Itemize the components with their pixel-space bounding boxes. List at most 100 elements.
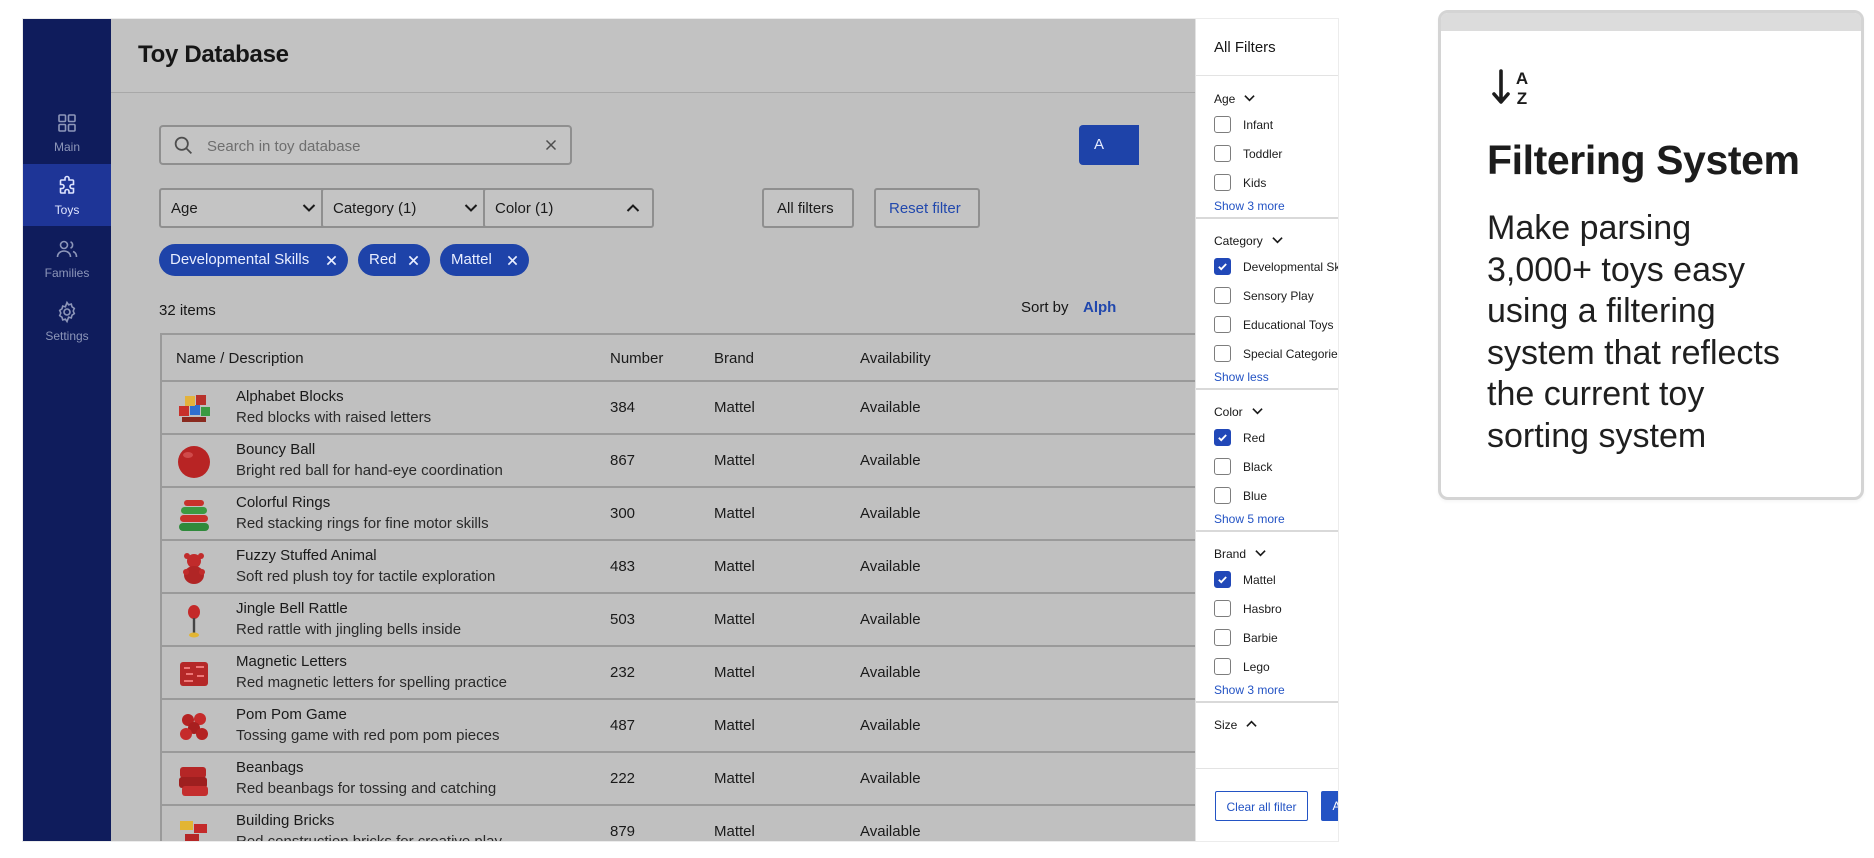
toy-name[interactable]: Magnetic Letters	[236, 653, 347, 670]
close-icon[interactable]	[507, 255, 518, 266]
toy-brand: Mattel	[714, 505, 755, 522]
toy-name[interactable]: Alphabet Blocks	[236, 388, 344, 405]
toy-thumbnail	[176, 603, 212, 639]
toy-availability: Available	[860, 717, 921, 734]
filter-option-label: Infant	[1243, 118, 1274, 132]
section-title: Age	[1214, 92, 1236, 106]
table-row[interactable]: Building Bricks Red construction bricks f…	[162, 806, 1338, 841]
checkbox[interactable]	[1214, 116, 1231, 133]
table-row[interactable]: Magnetic Letters Red magnetic letters for…	[162, 647, 1338, 700]
checkbox[interactable]	[1214, 258, 1231, 275]
table-row[interactable]: Beanbags Red beanbags for tossing and cat…	[162, 753, 1338, 806]
apply-filter-button[interactable]: Apply Filter	[1321, 791, 1338, 821]
show-more-link[interactable]: Show 5 more	[1214, 512, 1285, 526]
toy-availability: Available	[860, 399, 921, 416]
filter-chip-red[interactable]: Red	[358, 244, 430, 276]
toy-name[interactable]: Bouncy Ball	[236, 441, 315, 458]
checkbox[interactable]	[1214, 316, 1231, 333]
search-input[interactable]	[207, 135, 507, 157]
table-header: Name / Description Number Brand Availabi…	[162, 335, 1338, 382]
table-row[interactable]: Jingle Bell Rattle Red rattle with jingli…	[162, 594, 1338, 647]
filter-option-label: Blue	[1243, 489, 1268, 503]
toy-thumbnail	[176, 815, 212, 841]
checkbox[interactable]	[1214, 174, 1231, 191]
toy-name[interactable]: Jingle Bell Rattle	[236, 600, 348, 617]
chevron-down-icon	[1244, 95, 1256, 102]
color-dropdown[interactable]: Color (1)	[483, 188, 654, 228]
sidebar-item-main[interactable]: Main	[23, 101, 111, 163]
callout-body-line: using a filtering	[1487, 292, 1716, 330]
table-row[interactable]: Colorful Rings Red stacking rings for fin…	[162, 488, 1338, 541]
show-more-link[interactable]: Show 3 more	[1214, 683, 1285, 697]
toy-description: Red stacking rings for fine motor skills	[236, 515, 489, 532]
filter-section-size[interactable]: Size	[1214, 718, 1258, 732]
chevron-down-icon	[1272, 237, 1283, 244]
filter-option-label: Toddler	[1243, 147, 1283, 161]
toy-number: 300	[610, 505, 636, 522]
section-title: Size	[1214, 718, 1238, 732]
filter-option-label: Special Categories	[1243, 347, 1339, 361]
toy-name[interactable]: Fuzzy Stuffed Animal	[236, 547, 377, 564]
table-row[interactable]: Bouncy Ball Bright red ball for hand-eye …	[162, 435, 1338, 488]
chevron-down-icon	[464, 204, 478, 212]
show-more-link[interactable]: Show less	[1214, 370, 1269, 384]
filter-option-label: Kids	[1243, 176, 1267, 190]
show-more-link[interactable]: Show 3 more	[1214, 199, 1285, 213]
category-dropdown[interactable]: Category (1)	[321, 188, 492, 228]
all-filters-button[interactable]: All filters	[762, 188, 854, 228]
divider	[1196, 217, 1338, 219]
column-header-brand[interactable]: Brand	[714, 350, 754, 367]
column-header-name[interactable]: Name / Description	[176, 350, 304, 367]
divider	[1196, 701, 1338, 703]
toy-brand: Mattel	[714, 823, 755, 840]
sort-dropdown[interactable]: Alph	[1083, 299, 1116, 316]
filter-chip-mattel[interactable]: Mattel	[440, 244, 529, 276]
toy-name[interactable]: Pom Pom Game	[236, 706, 347, 723]
reset-filter-button[interactable]: Reset filter	[874, 188, 980, 228]
checkbox[interactable]	[1214, 429, 1231, 446]
checkbox[interactable]	[1214, 571, 1231, 588]
chevron-down-icon	[1255, 550, 1266, 557]
checkbox[interactable]	[1214, 600, 1231, 617]
toy-description: Red blocks with raised letters	[236, 409, 432, 426]
sidebar-item-toys[interactable]: Toys	[23, 164, 111, 226]
checkbox[interactable]	[1214, 629, 1231, 646]
checkbox[interactable]	[1214, 287, 1231, 304]
column-header-number[interactable]: Number	[610, 350, 663, 367]
close-icon[interactable]	[326, 255, 337, 266]
column-header-availability[interactable]: Availability	[860, 350, 931, 367]
clear-search-icon[interactable]	[542, 136, 560, 154]
grid-icon	[58, 113, 76, 132]
table-row[interactable]: Alphabet Blocks Red blocks with raised le…	[162, 382, 1338, 435]
toy-availability: Available	[860, 664, 921, 681]
age-dropdown[interactable]: Age	[159, 188, 330, 228]
toy-number: 503	[610, 611, 636, 628]
toy-availability: Available	[860, 770, 921, 787]
toy-number: 222	[610, 770, 636, 787]
filter-section-category[interactable]: Category	[1214, 234, 1283, 248]
filter-section-brand[interactable]: Brand	[1214, 547, 1266, 561]
filter-section-age[interactable]: Age	[1214, 92, 1256, 106]
checkbox[interactable]	[1214, 658, 1231, 675]
toy-name[interactable]: Colorful Rings	[236, 494, 330, 511]
sidebar-item-settings[interactable]: Settings	[23, 290, 111, 352]
filter-option-label: Developmental Skills	[1243, 260, 1338, 274]
sidebar-item-label: Toys	[54, 202, 80, 217]
checkbox[interactable]	[1214, 145, 1231, 162]
clear-all-filter-button[interactable]: Clear all filter	[1215, 791, 1308, 821]
filter-chip-developmental-skills[interactable]: Developmental Skills	[159, 244, 348, 276]
filter-section-color[interactable]: Color	[1214, 405, 1263, 419]
sidebar-item-families[interactable]: Families	[23, 227, 111, 289]
toy-name[interactable]: Beanbags	[236, 759, 304, 776]
checkbox[interactable]	[1214, 487, 1231, 504]
filter-option-label: Mattel	[1243, 573, 1276, 587]
close-icon[interactable]	[408, 255, 419, 266]
checkbox[interactable]	[1214, 345, 1231, 362]
toy-name[interactable]: Building Bricks	[236, 812, 334, 829]
add-toy-button[interactable]: A	[1079, 125, 1139, 165]
main-content: Toy Database A Age Category (1) Color (1…	[111, 19, 1339, 841]
table-row[interactable]: Pom Pom Game Tossing game with red pom po…	[162, 700, 1338, 753]
checkbox[interactable]	[1214, 458, 1231, 475]
table-row[interactable]: Fuzzy Stuffed Animal Soft red plush toy f…	[162, 541, 1338, 594]
toy-availability: Available	[860, 611, 921, 628]
